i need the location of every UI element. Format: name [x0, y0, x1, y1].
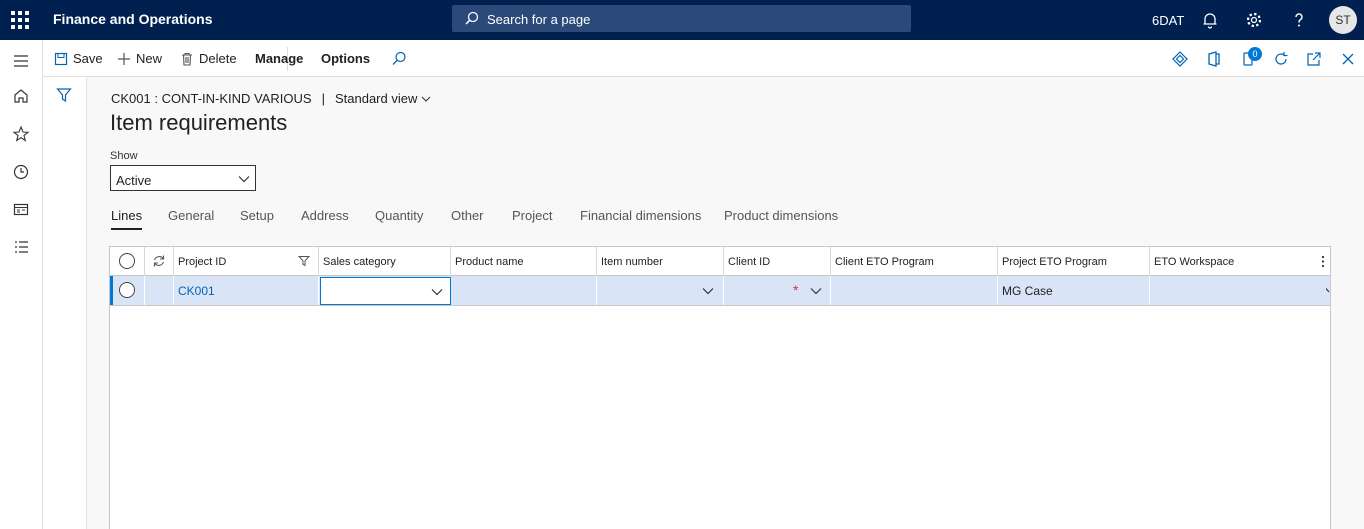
workspaces-icon[interactable]	[12, 201, 30, 219]
filter-pane	[43, 77, 87, 529]
chevron-down-icon	[431, 289, 443, 296]
show-label: Show	[110, 150, 138, 162]
new-button[interactable]: New	[117, 51, 162, 66]
page-title: Item requirements	[110, 110, 288, 135]
show-select[interactable]: Active	[110, 165, 256, 191]
office-icon[interactable]	[1205, 50, 1223, 68]
save-button[interactable]: Save	[54, 51, 103, 66]
delete-label: Delete	[199, 51, 237, 66]
top-bar: Finance and Operations Search for a page…	[0, 0, 1364, 40]
refresh-cell	[145, 247, 174, 276]
tab-address[interactable]: Address	[301, 208, 349, 223]
tab-financial-dimensions[interactable]: Financial dimensions	[580, 208, 701, 223]
cell-project-id[interactable]: CK001	[174, 276, 319, 305]
power-apps-icon[interactable]	[1171, 50, 1189, 68]
bell-icon[interactable]	[1200, 10, 1220, 30]
tab-quantity[interactable]: Quantity	[375, 208, 423, 223]
modules-icon[interactable]	[12, 238, 30, 256]
refresh-icon[interactable]	[1272, 50, 1290, 68]
project-id-link[interactable]: CK001	[178, 284, 215, 298]
header-eto-workspace-label: ETO Workspace	[1154, 256, 1235, 268]
home-icon[interactable]	[12, 87, 30, 105]
save-label: Save	[73, 51, 103, 66]
header-item-number[interactable]: Item number	[597, 247, 724, 276]
app-launcher-icon[interactable]	[11, 11, 29, 29]
required-indicator: *	[793, 282, 799, 298]
cell-item-number[interactable]	[597, 276, 724, 305]
grid-refresh-icon[interactable]	[152, 254, 166, 268]
trash-icon	[182, 52, 192, 66]
filter-icon[interactable]	[56, 87, 72, 103]
header-sales-category[interactable]: Sales category	[319, 247, 451, 276]
options-tab[interactable]: Options	[321, 51, 370, 66]
row-status-cell	[145, 276, 174, 305]
tab-product-dimensions[interactable]: Product dimensions	[724, 208, 838, 223]
tab-general[interactable]: General	[168, 208, 214, 223]
grid-header: Project ID Sales category Product name I…	[110, 247, 1330, 276]
view-selector[interactable]: Standard view	[335, 91, 431, 106]
action-pane: Save New Delete Manage Options	[43, 40, 1364, 77]
close-icon[interactable]	[1339, 50, 1357, 68]
header-project-id-label: Project ID	[178, 256, 227, 268]
chevron-down-icon	[238, 176, 250, 183]
tab-other[interactable]: Other	[451, 208, 484, 223]
save-icon	[54, 52, 68, 65]
cell-client-id[interactable]: *	[724, 276, 831, 305]
tab-lines[interactable]: Lines	[111, 208, 143, 230]
help-icon[interactable]	[1289, 10, 1309, 30]
nav-pane	[0, 40, 43, 529]
header-client-eto-program[interactable]: Client ETO Program	[831, 247, 998, 276]
row-select-cell	[110, 276, 145, 305]
chevron-down-icon	[421, 96, 431, 102]
view-name: Standard view	[334, 91, 418, 106]
action-search-icon[interactable]	[390, 50, 408, 68]
header-product-name[interactable]: Product name	[451, 247, 597, 276]
clock-icon[interactable]	[12, 163, 30, 181]
plus-icon	[118, 52, 130, 65]
cell-product-name[interactable]	[451, 276, 597, 305]
delete-button[interactable]: Delete	[180, 51, 237, 66]
record-caption: CK001 : CONT-IN-KIND VARIOUS	[111, 91, 312, 106]
header-project-eto-program[interactable]: Project ETO Program	[998, 247, 1150, 276]
search-placeholder: Search for a page	[487, 12, 591, 27]
select-all-checkbox[interactable]	[119, 253, 135, 269]
notification-badge: 0	[1248, 47, 1262, 61]
open-new-window-icon[interactable]	[1305, 50, 1323, 68]
sales-category-select[interactable]	[320, 277, 451, 305]
gear-icon[interactable]	[1244, 10, 1264, 30]
breadcrumb: CK001 : CONT-IN-KIND VARIOUS | Standard …	[111, 91, 431, 106]
search-icon	[465, 11, 479, 25]
company-picker[interactable]: 6DAT	[1152, 13, 1184, 28]
row-select-checkbox[interactable]	[119, 282, 135, 298]
chevron-down-icon	[702, 288, 714, 295]
cell-client-eto-program[interactable]	[831, 276, 998, 305]
header-project-id[interactable]: Project ID	[174, 247, 319, 276]
star-icon[interactable]	[12, 125, 30, 143]
new-label: New	[136, 51, 163, 66]
search-box[interactable]: Search for a page	[452, 5, 911, 32]
cell-eto-workspace[interactable]	[1150, 276, 1330, 305]
column-filter-icon[interactable]	[298, 255, 310, 267]
hamburger-icon[interactable]	[12, 52, 30, 70]
lines-grid: Project ID Sales category Product name I…	[109, 246, 1331, 529]
breadcrumb-separator: |	[321, 91, 325, 106]
header-eto-workspace[interactable]: ETO Workspace	[1150, 247, 1330, 276]
show-value: Active	[116, 173, 152, 188]
chevron-down-icon	[810, 288, 822, 295]
manage-tab[interactable]: Manage	[255, 51, 303, 66]
table-row[interactable]: CK001 * MG Case	[110, 276, 1330, 306]
avatar[interactable]: ST	[1329, 6, 1357, 34]
more-options-icon[interactable]	[1321, 255, 1325, 268]
chevron-down-icon	[1326, 288, 1330, 293]
header-client-id[interactable]: Client ID	[724, 247, 831, 276]
app-title[interactable]: Finance and Operations	[53, 11, 212, 27]
cell-project-eto-program[interactable]: MG Case	[998, 276, 1150, 305]
tab-setup[interactable]: Setup	[240, 208, 274, 223]
tab-project[interactable]: Project	[512, 208, 552, 223]
select-all-cell	[110, 247, 145, 276]
